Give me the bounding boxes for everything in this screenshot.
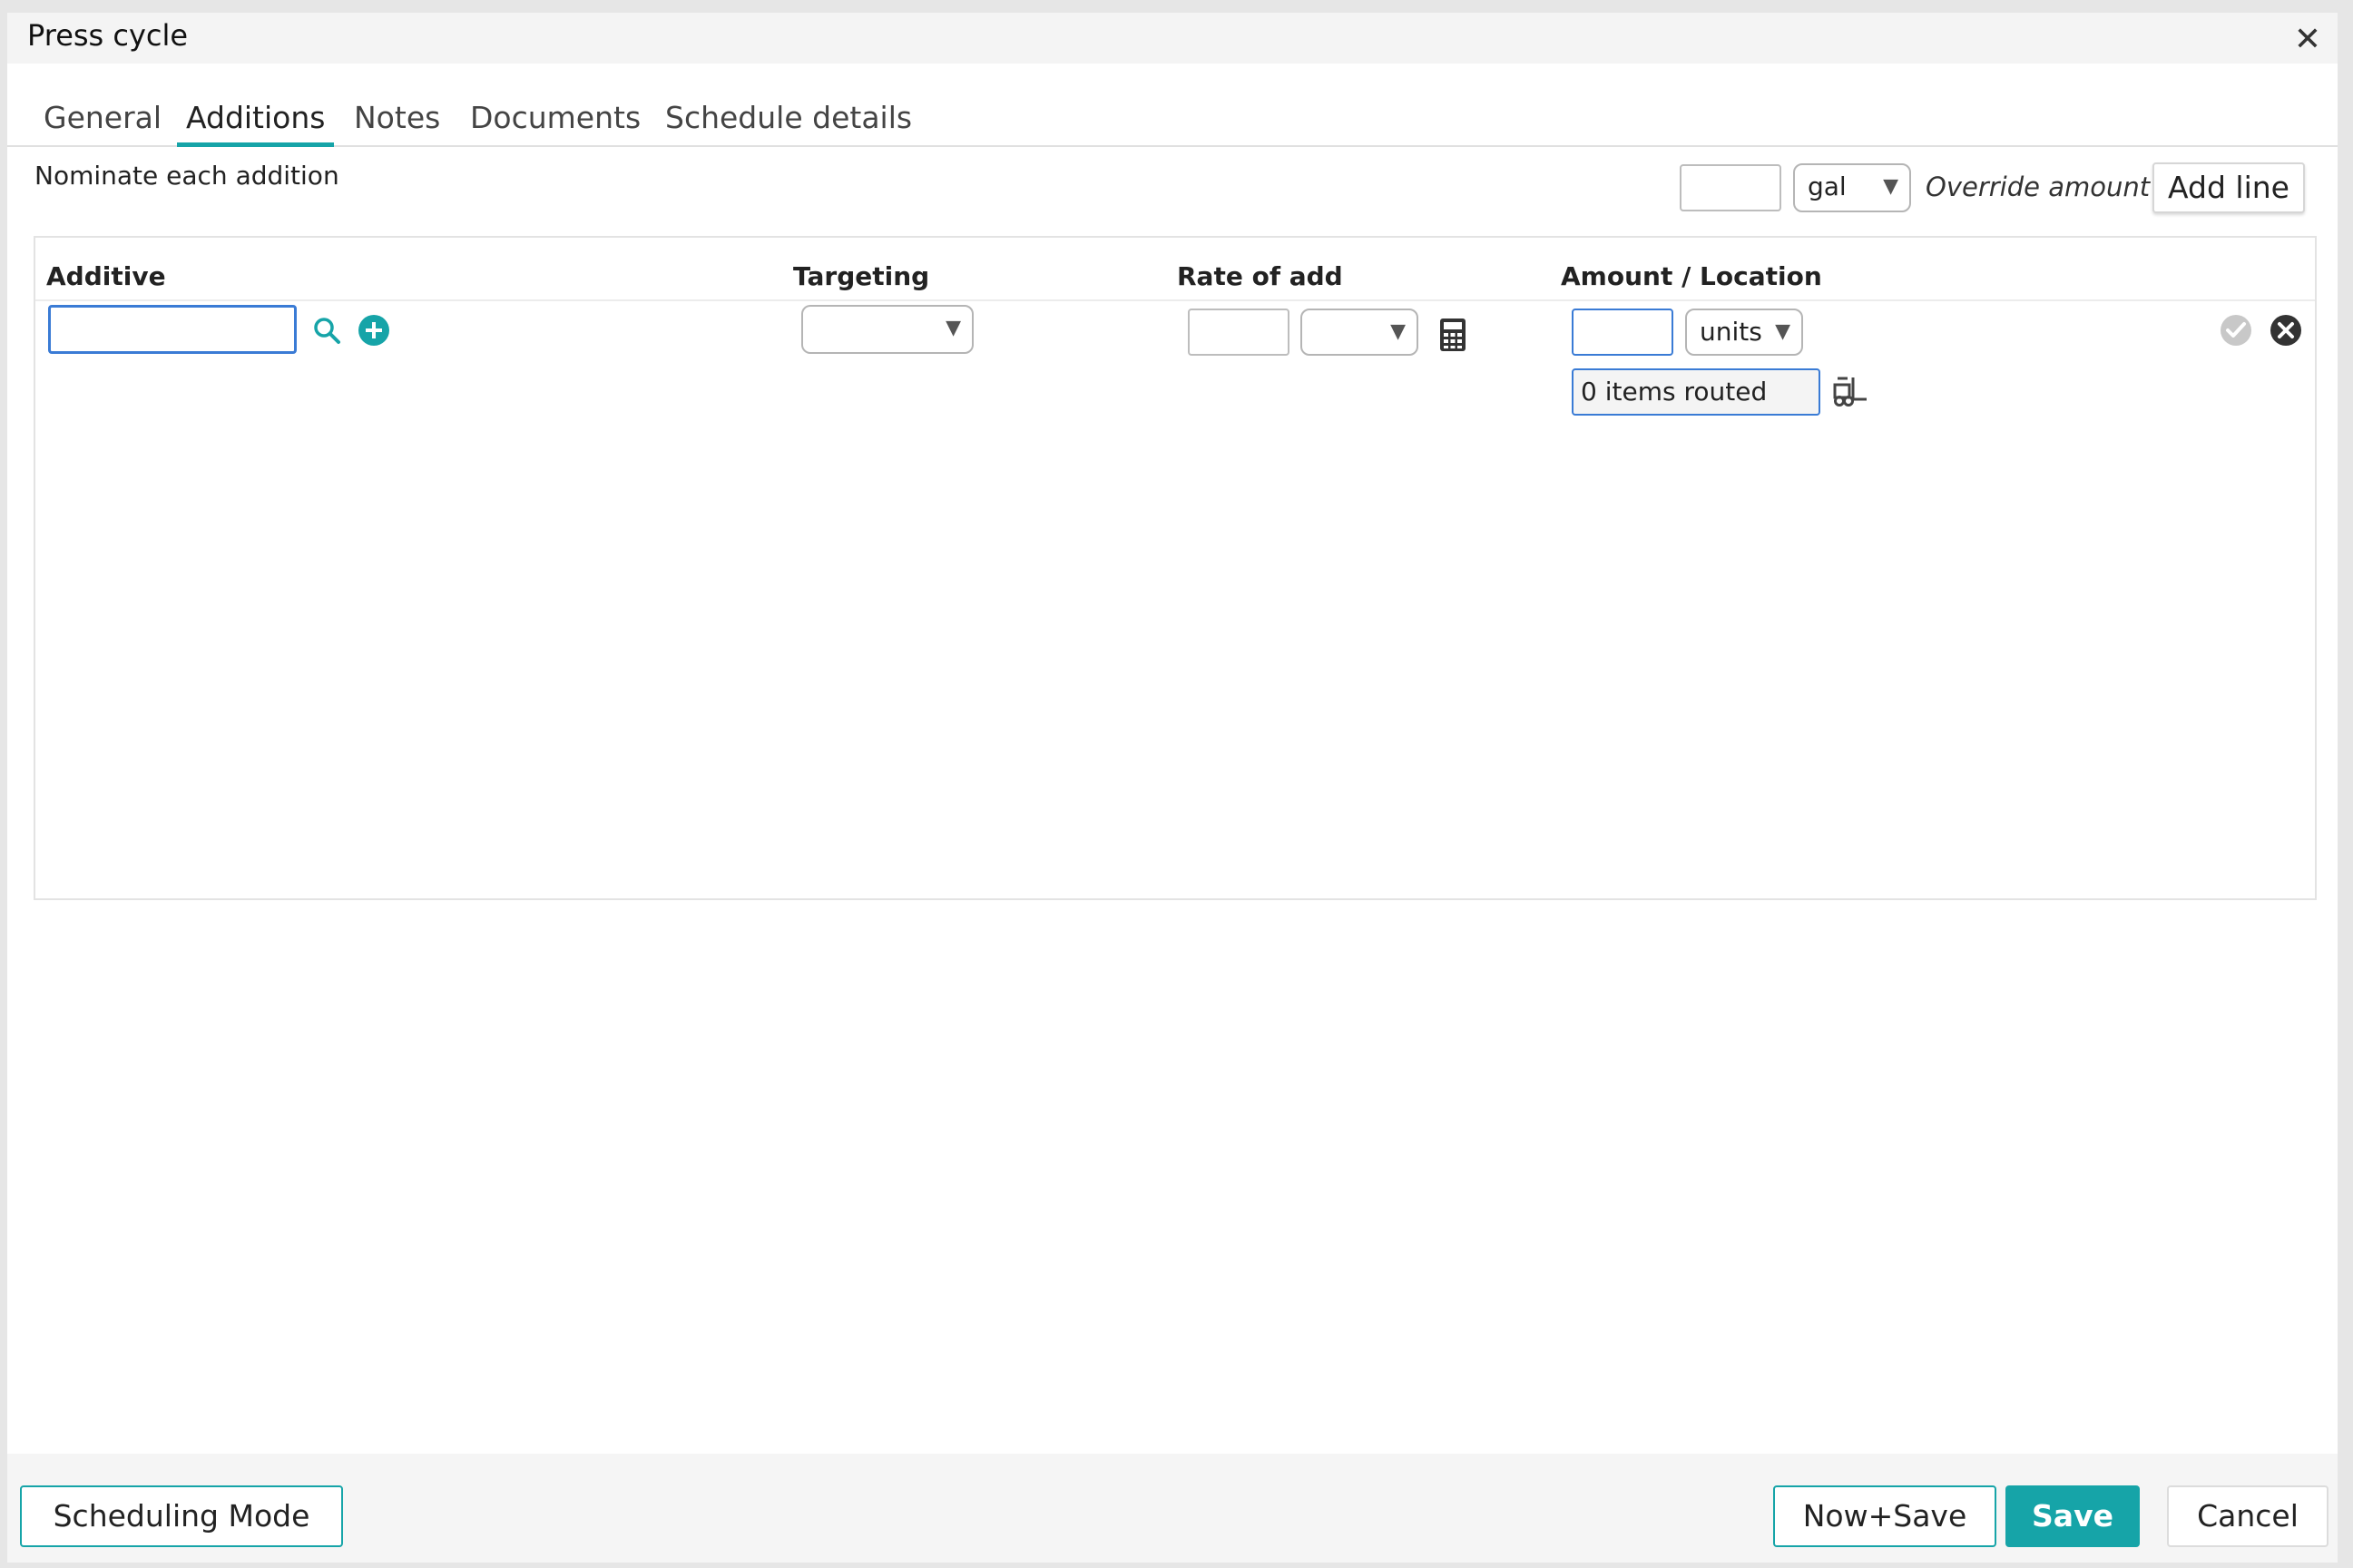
items-routed-field[interactable]: 0 items routed [1572,368,1820,416]
dialog-titlebar: Press cycle ✕ [7,13,2338,64]
chevron-down-icon: ▼ [1390,320,1406,343]
additions-panel: Additive Targeting Rate of add Amount / … [34,236,2317,900]
calculator-icon[interactable] [1439,318,1466,352]
override-amount-label: Override amount [1926,172,2151,202]
override-unit-select[interactable]: gal ▼ [1793,163,1911,212]
press-cycle-dialog: Press cycle ✕ General Additions Notes Do… [7,13,2338,1563]
tab-additions[interactable]: Additions [177,100,335,147]
save-button[interactable]: Save [2005,1485,2140,1547]
add-line-button[interactable]: Add line [2152,162,2305,213]
plus-circle-icon[interactable] [358,314,390,347]
nominate-label: Nominate each addition [34,161,339,191]
chevron-down-icon: ▼ [1775,320,1790,343]
cancel-button[interactable]: Cancel [2167,1485,2328,1547]
tab-schedule-details[interactable]: Schedule details [656,100,921,142]
scheduling-mode-button[interactable]: Scheduling Mode [20,1485,343,1547]
dialog-title: Press cycle [27,18,189,53]
amount-input[interactable] [1572,309,1673,356]
now-save-button[interactable]: Now+Save [1773,1485,1996,1547]
dialog-footer: Scheduling Mode Now+Save Save Cancel [7,1454,2338,1563]
column-header-amount: Amount / Location [1561,261,1822,291]
rate-of-add-input[interactable] [1188,309,1289,356]
targeting-select[interactable]: ▼ [801,305,974,354]
amount-unit-value: units [1700,317,1762,347]
rate-unit-select[interactable]: ▼ [1300,309,1418,356]
tab-documents[interactable]: Documents [461,100,650,142]
close-icon[interactable]: ✕ [2294,24,2321,56]
override-unit-value: gal [1808,172,1847,201]
header-divider [35,299,2315,301]
x-circle-icon[interactable] [2270,314,2302,347]
column-header-additive: Additive [46,261,166,291]
column-header-rate: Rate of add [1177,261,1343,291]
check-circle-icon[interactable] [2220,314,2252,347]
chevron-down-icon: ▼ [946,317,961,339]
tab-notes[interactable]: Notes [345,100,449,142]
override-amount-input[interactable] [1680,164,1781,211]
chevron-down-icon: ▼ [1883,175,1898,198]
search-icon[interactable] [312,316,341,345]
tab-general[interactable]: General [34,100,171,142]
column-header-targeting: Targeting [793,261,930,291]
additive-input[interactable] [48,305,297,354]
amount-unit-select[interactable]: units ▼ [1685,309,1803,356]
forklift-icon[interactable] [1832,376,1868,407]
tab-bar: General Additions Notes Documents Schedu… [7,64,2338,147]
